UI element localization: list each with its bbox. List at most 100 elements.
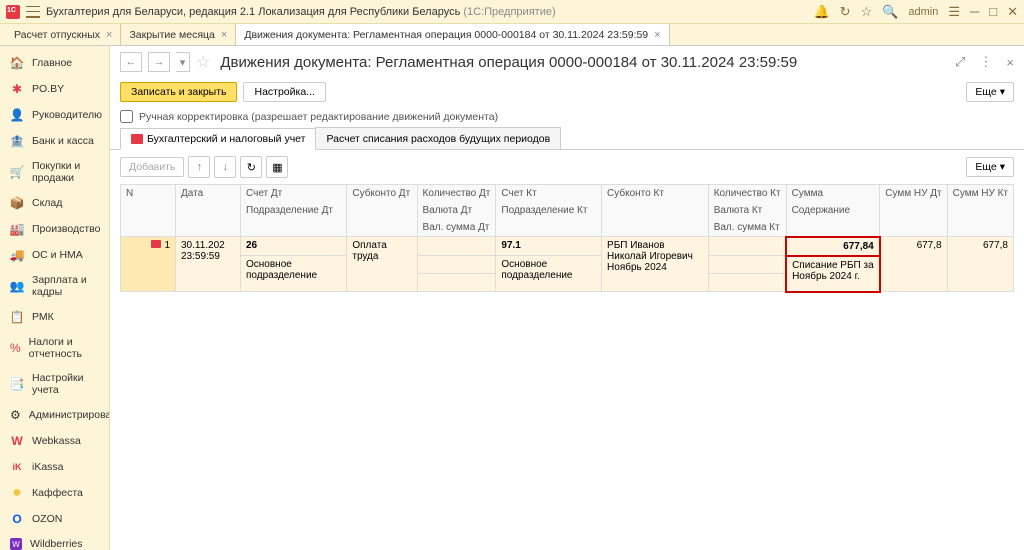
bell-icon[interactable]: 🔔 bbox=[813, 4, 829, 20]
nav-back-button[interactable]: ← bbox=[120, 52, 142, 72]
menu-icon[interactable]: ☰ bbox=[948, 4, 960, 20]
titlebar: Бухгалтерия для Беларуси, редакция 2.1 Л… bbox=[0, 0, 1024, 24]
sidebar-item-bank[interactable]: 🏦Банк и касса bbox=[0, 128, 109, 154]
cell-val-sum-dt bbox=[417, 274, 496, 292]
history-icon[interactable]: ↻ bbox=[840, 4, 851, 20]
tab-close-icon[interactable]: × bbox=[106, 29, 112, 41]
cell-currency-dt bbox=[417, 256, 496, 274]
add-button[interactable]: Добавить bbox=[120, 157, 184, 177]
sidebar-item-ikassa[interactable]: iKiKassa bbox=[0, 454, 109, 480]
app-title: Бухгалтерия для Беларуси, редакция 2.1 Л… bbox=[46, 6, 556, 18]
table-toolbar: Добавить ↑ ↓ ↻ ▦ Еще ▾ bbox=[110, 150, 1024, 184]
cell-sum-nu-kt: 677,8 bbox=[947, 237, 1013, 292]
favorite-icon[interactable]: ☆ bbox=[196, 52, 210, 72]
sidebar-item-manager[interactable]: 👤Руководителю bbox=[0, 102, 109, 128]
close-icon[interactable]: ✕ bbox=[1007, 4, 1018, 20]
doc-icon: 📑 bbox=[10, 377, 24, 391]
star-icon[interactable]: ☆ bbox=[861, 4, 873, 20]
cell-n: 1 bbox=[121, 237, 176, 292]
tab-close-icon[interactable]: × bbox=[221, 29, 227, 41]
tab-close-icon[interactable]: × bbox=[654, 29, 660, 41]
inner-tab-accounting[interactable]: Бухгалтерский и налоговый учет bbox=[120, 128, 316, 150]
expand-icon[interactable]: ⤢ bbox=[955, 54, 965, 70]
cell-val-sum-kt bbox=[708, 274, 786, 292]
inner-tabs: Бухгалтерский и налоговый учет Расчет сп… bbox=[110, 127, 1024, 150]
clipboard-icon: 📋 bbox=[10, 310, 24, 324]
th-currency-dt: Валюта Дт bbox=[417, 202, 496, 219]
table-row[interactable]: 1 30.11.20223:59:59 26 Оплата труда 97.1… bbox=[121, 237, 1014, 256]
settings-button[interactable]: Настройка... bbox=[243, 82, 325, 102]
sidebar-item-salary[interactable]: 👥Зарплата и кадры bbox=[0, 268, 109, 304]
tab-0[interactable]: Расчет отпускных× bbox=[6, 24, 121, 45]
th-account-dt: Счет Дт bbox=[241, 185, 347, 203]
table-more-button[interactable]: Еще ▾ bbox=[966, 157, 1014, 177]
cell-date: 30.11.20223:59:59 bbox=[176, 237, 241, 292]
th-sum: Сумма bbox=[786, 185, 880, 203]
toolbar: Записать и закрыть Настройка... Еще ▾ bbox=[110, 78, 1024, 106]
th-val-sum-dt: Вал. сумма Дт bbox=[417, 219, 496, 237]
move-up-button[interactable]: ↑ bbox=[188, 156, 210, 178]
sidebar-item-settings[interactable]: 📑Настройки учета bbox=[0, 366, 109, 402]
people-icon: 👥 bbox=[10, 279, 24, 293]
person-icon: 👤 bbox=[10, 108, 24, 122]
sidebar-item-poby[interactable]: ✱PO.BY bbox=[0, 76, 109, 102]
percent-icon: % bbox=[10, 341, 21, 355]
sidebar-item-taxes[interactable]: %Налоги и отчетность bbox=[0, 330, 109, 366]
inner-tab-calc[interactable]: Расчет списания расходов будущих периодо… bbox=[315, 127, 561, 149]
tab-2[interactable]: Движения документа: Регламентная операци… bbox=[236, 24, 669, 45]
ozon-icon: O bbox=[10, 512, 24, 526]
sidebar-item-production[interactable]: 🏭Производство bbox=[0, 216, 109, 242]
hamburger-icon[interactable] bbox=[26, 6, 40, 18]
nav-dropdown-button[interactable]: ▾ bbox=[176, 52, 190, 72]
sidebar-item-wildberries[interactable]: WWildberries bbox=[0, 532, 109, 550]
move-down-button[interactable]: ↓ bbox=[214, 156, 236, 178]
close-panel-icon[interactable]: × bbox=[1006, 55, 1014, 70]
cart-icon: 🛒 bbox=[10, 165, 24, 179]
search-icon[interactable]: 🔍 bbox=[882, 4, 898, 20]
user-label[interactable]: admin bbox=[908, 6, 938, 18]
th-currency-kt: Валюта Кт bbox=[708, 202, 786, 219]
home-icon: 🏠 bbox=[10, 56, 24, 70]
cell-division-kt: Основное подразделение bbox=[496, 256, 602, 292]
sidebar-item-kaffesta[interactable]: ●Каффеста bbox=[0, 480, 109, 506]
refresh-button[interactable]: ↻ bbox=[240, 156, 262, 178]
gear-icon: ⚙ bbox=[10, 408, 21, 422]
th-n: N bbox=[121, 185, 176, 237]
th-division-kt: Подразделение Кт bbox=[496, 202, 602, 219]
cell-subconto-dt: Оплата труда bbox=[347, 237, 417, 292]
more-vertical-icon[interactable]: ⋮ bbox=[979, 54, 992, 70]
cell-account-kt: 97.1 bbox=[496, 237, 602, 256]
sidebar-item-webkassa[interactable]: WWebkassa bbox=[0, 428, 109, 454]
more-button[interactable]: Еще ▾ bbox=[966, 82, 1014, 102]
minimize-icon[interactable]: ─ bbox=[970, 4, 979, 19]
nav-forward-button[interactable]: → bbox=[148, 52, 170, 72]
app-logo-icon bbox=[6, 5, 20, 19]
sidebar-item-main[interactable]: 🏠Главное bbox=[0, 50, 109, 76]
factory-icon: 🏭 bbox=[10, 222, 24, 236]
th-content: Содержание bbox=[786, 202, 880, 237]
th-date: Дата bbox=[176, 185, 241, 237]
sidebar-item-rmk[interactable]: 📋РМК bbox=[0, 304, 109, 330]
entries-table: N Дата Счет Дт Субконто Дт Количество Дт… bbox=[120, 184, 1014, 293]
sidebar-item-warehouse[interactable]: 📦Склад bbox=[0, 190, 109, 216]
action-button[interactable]: ▦ bbox=[266, 156, 288, 178]
table-row[interactable]: Основное подразделение Основное подразде… bbox=[121, 256, 1014, 274]
cell-division-dt: Основное подразделение bbox=[241, 256, 347, 292]
sidebar-item-admin[interactable]: ⚙Администрирование bbox=[0, 402, 109, 428]
cell-currency-kt bbox=[708, 256, 786, 274]
th-qty-kt: Количество Кт bbox=[708, 185, 786, 203]
sidebar-item-assets[interactable]: 🚚ОС и НМА bbox=[0, 242, 109, 268]
manual-correction-checkbox[interactable] bbox=[120, 110, 133, 123]
save-close-button[interactable]: Записать и закрыть bbox=[120, 82, 237, 102]
sidebar: 🏠Главное ✱PO.BY 👤Руководителю 🏦Банк и ка… bbox=[0, 46, 110, 550]
manual-correction-row: Ручная корректировка (разрешает редактир… bbox=[110, 106, 1024, 127]
maximize-icon[interactable]: □ bbox=[989, 4, 997, 19]
cell-qty-kt bbox=[708, 237, 786, 256]
wildberries-icon: W bbox=[10, 538, 22, 550]
table-wrap: N Дата Счет Дт Субконто Дт Количество Дт… bbox=[110, 184, 1024, 550]
entry-icon bbox=[131, 134, 143, 144]
sidebar-item-ozon[interactable]: OOZON bbox=[0, 506, 109, 532]
sidebar-item-sales[interactable]: 🛒Покупки и продажи bbox=[0, 154, 109, 190]
tab-1[interactable]: Закрытие месяца× bbox=[121, 24, 236, 45]
bank-icon: 🏦 bbox=[10, 134, 24, 148]
